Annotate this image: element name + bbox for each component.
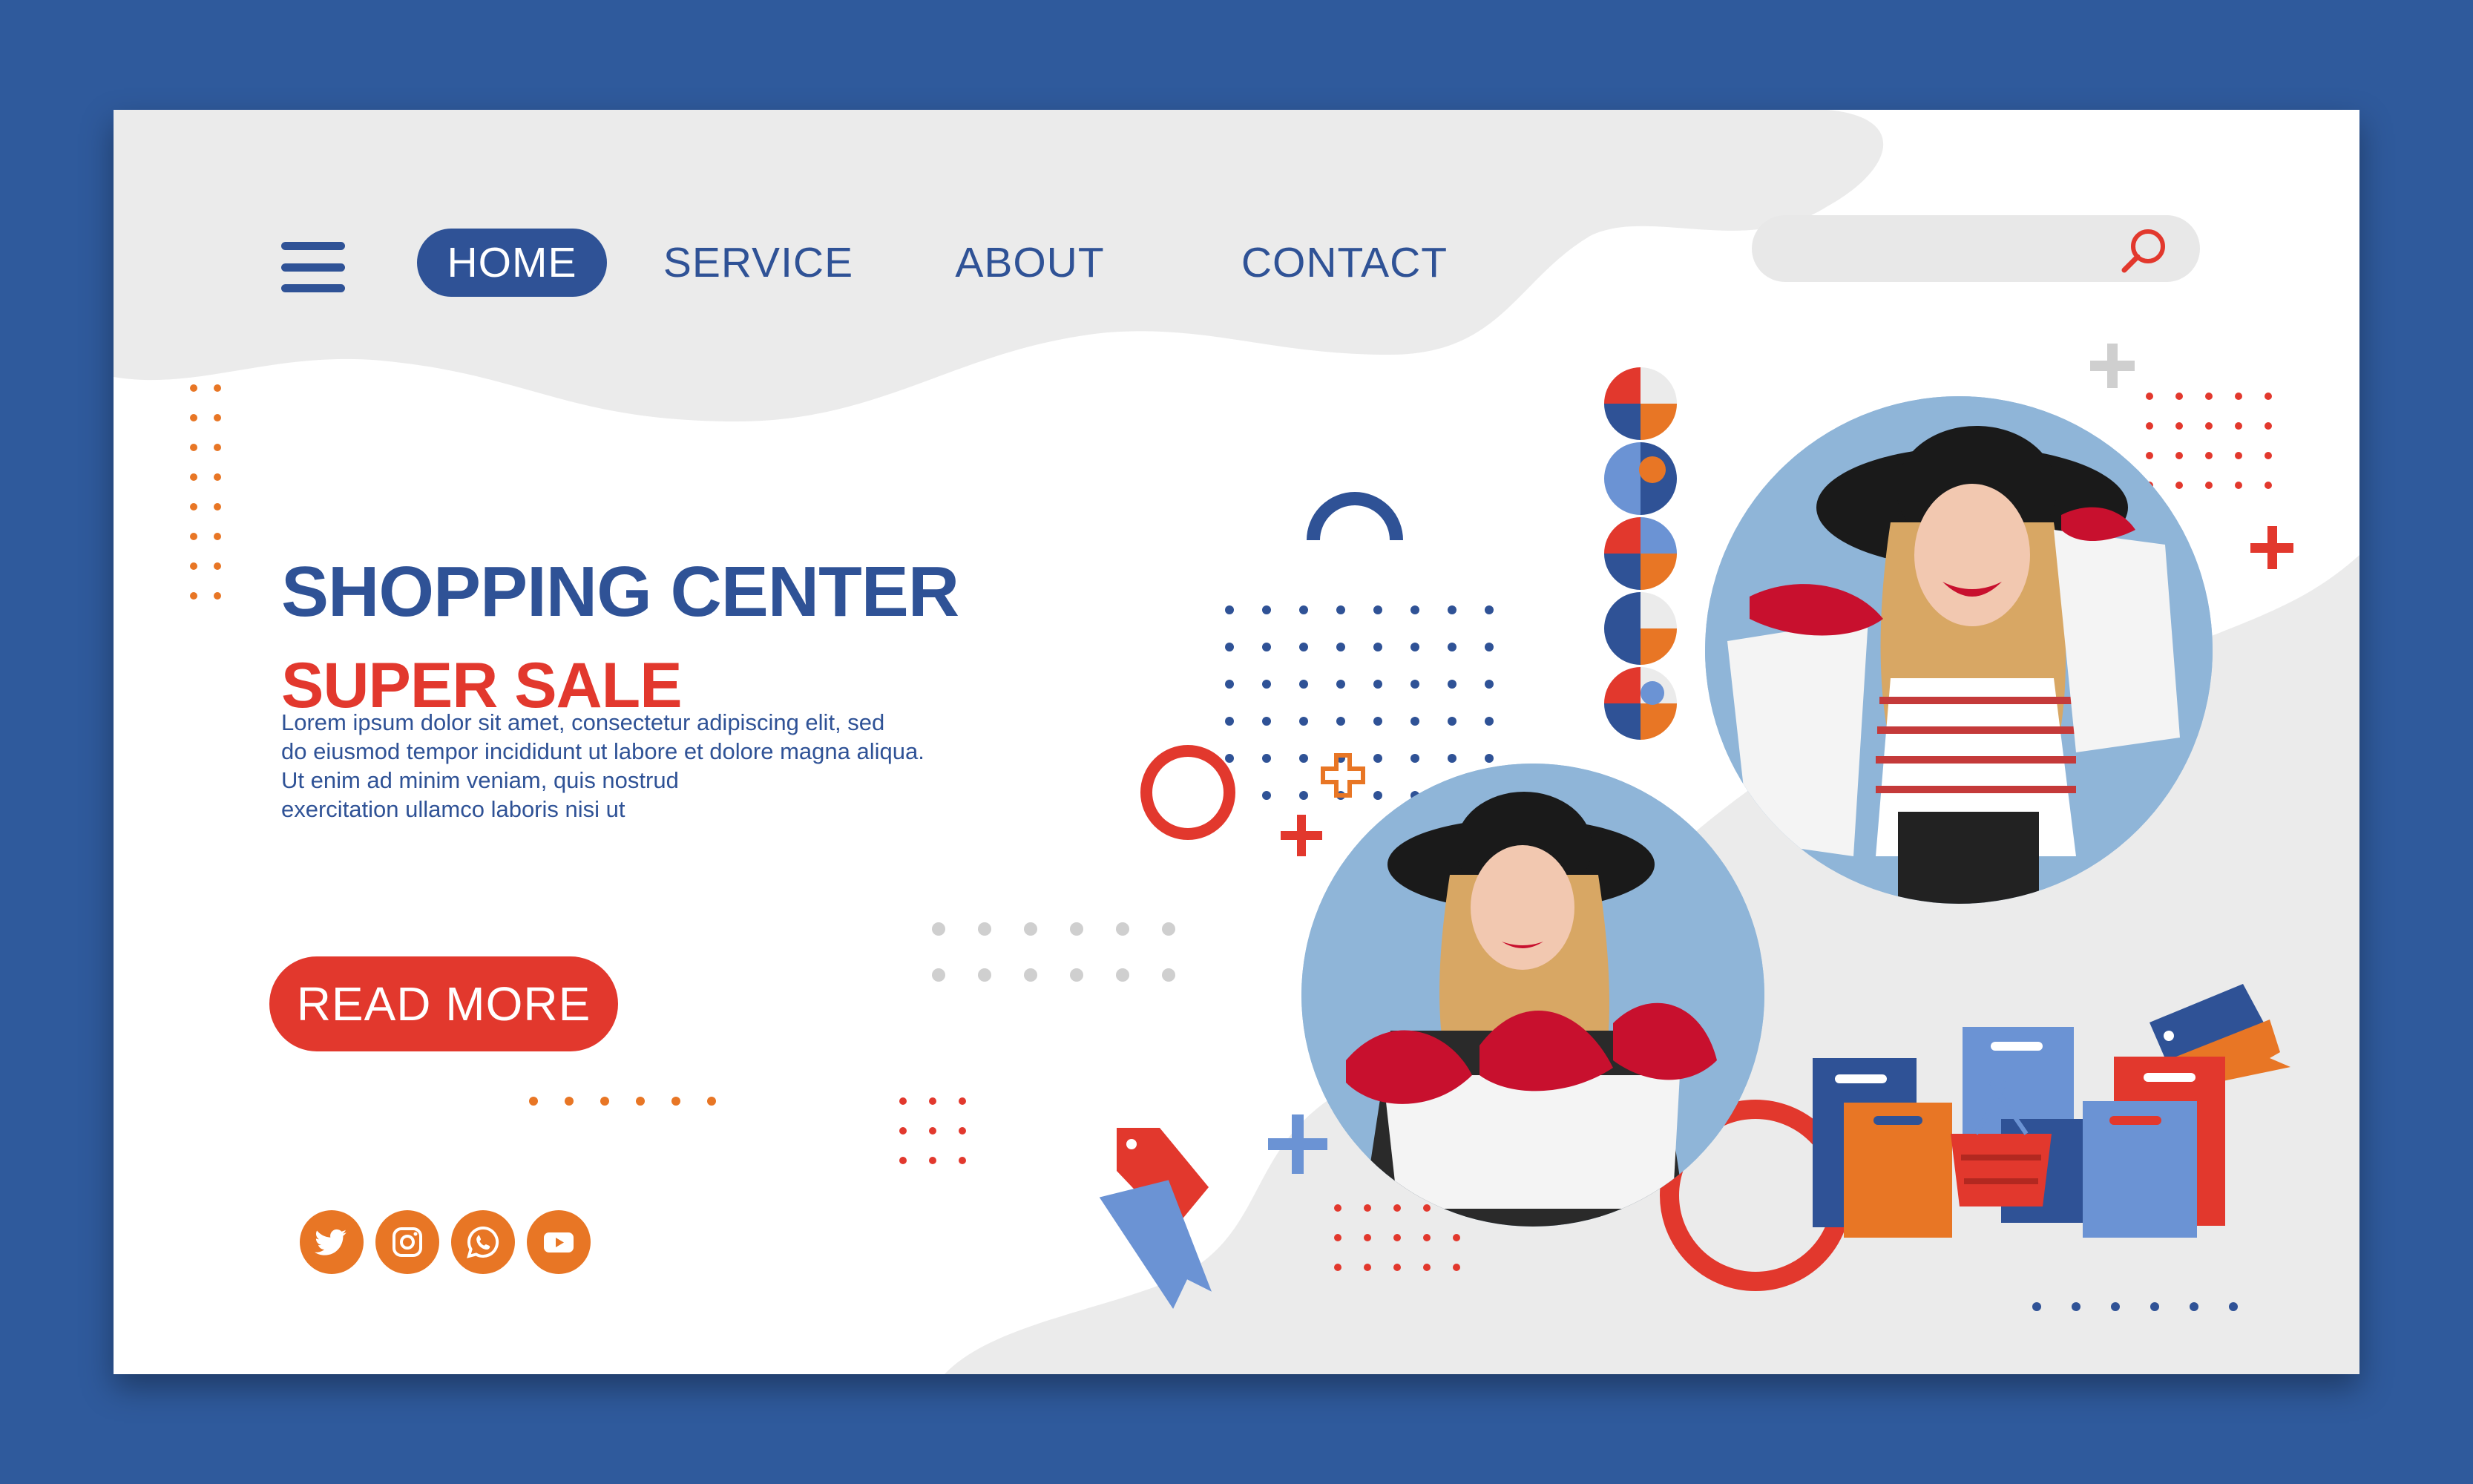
hero-description: Lorem ipsum dolor sit amet, consectetur … <box>281 708 1097 824</box>
nav-contact[interactable]: CONTACT <box>1241 229 1447 297</box>
description-line: Lorem ipsum dolor sit amet, consectetur … <box>281 709 885 735</box>
hamburger-menu-icon[interactable] <box>281 242 345 292</box>
search-icon[interactable] <box>2118 224 2170 276</box>
photo-woman-shopping-bags-top <box>1705 396 2213 904</box>
nav-about[interactable]: ABOUT <box>952 229 1108 297</box>
read-more-button[interactable]: READ MORE <box>269 956 618 1051</box>
landing-page-card: HOME SERVICE ABOUT CONTACT SHOPPING CENT… <box>114 110 2359 1374</box>
red-dots-left-bottom <box>899 1097 966 1164</box>
shopping-bags-illustration <box>1813 1027 2225 1238</box>
navy-arch <box>1307 492 1403 541</box>
search-bar <box>1752 215 2200 283</box>
page-frame: HOME SERVICE ABOUT CONTACT SHOPPING CENT… <box>0 0 2473 1484</box>
gray-plus-top-right <box>2090 344 2135 388</box>
red-dots-top-right <box>2146 393 2272 489</box>
geometric-circles-column <box>1604 367 1677 740</box>
red-plus-left <box>1281 815 1322 856</box>
nav-home[interactable]: HOME <box>417 229 607 297</box>
red-ring-left <box>1140 745 1235 840</box>
orange-dots-row <box>529 1097 716 1106</box>
nav-service[interactable]: SERVICE <box>663 229 853 297</box>
page-title: SHOPPING CENTER <box>281 552 959 631</box>
instagram-icon[interactable] <box>375 1210 439 1274</box>
red-plus-right <box>2250 526 2293 569</box>
search-input[interactable] <box>1777 215 2121 283</box>
twitter-icon[interactable] <box>300 1210 364 1274</box>
description-line: do eiusmod tempor incididunt ut labore e… <box>281 738 924 764</box>
description-line: Ut enim ad minim veniam, quis nostrud <box>281 767 679 793</box>
gray-dots-middle <box>932 922 1175 982</box>
whatsapp-icon[interactable] <box>451 1210 515 1274</box>
orange-dots-top-left <box>190 384 221 600</box>
photo-woman-gift-bags-bottom <box>1301 764 1764 1227</box>
youtube-icon[interactable] <box>527 1210 591 1274</box>
description-line: exercitation ullamco laboris nisi ut <box>281 796 625 822</box>
